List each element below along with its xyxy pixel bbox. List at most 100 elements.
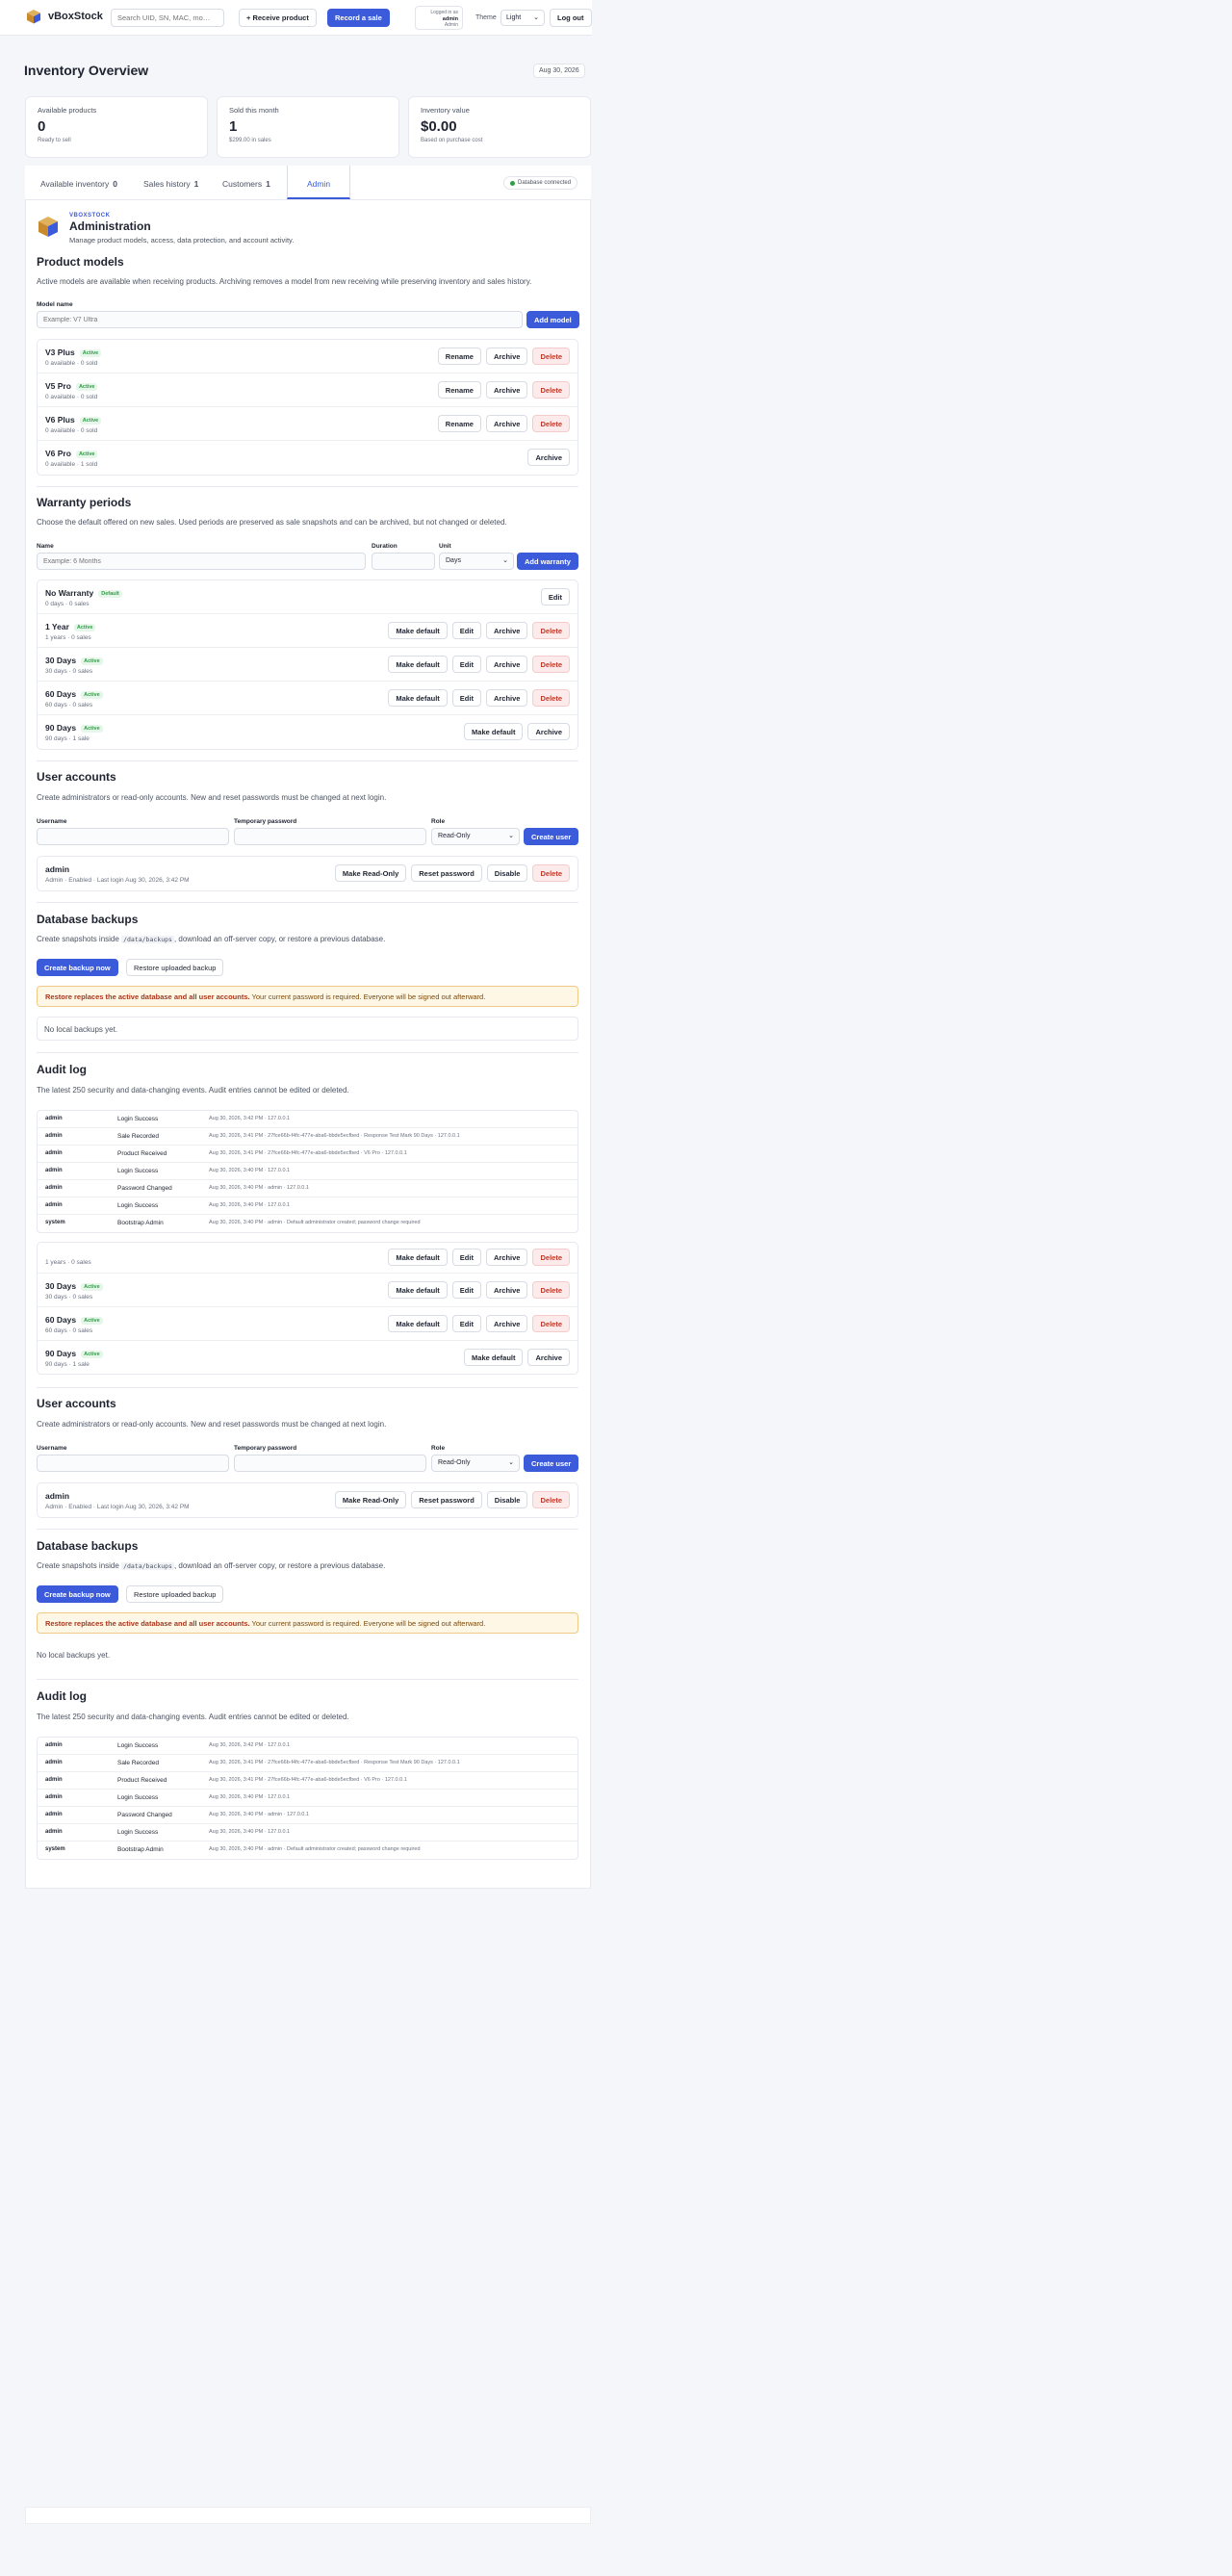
backups-desc-post: , download an off-server copy, or restor… <box>173 1561 386 1570</box>
stat-label: Available products <box>38 106 97 115</box>
default-badge: Default <box>98 590 122 598</box>
receive-product-button[interactable]: + Receive product <box>239 9 317 27</box>
tab-count: 1 <box>266 179 270 189</box>
edit-button[interactable]: Edit <box>451 622 481 639</box>
archive-button[interactable]: Archive <box>527 723 570 740</box>
make-readonly-button[interactable]: Make Read-Only <box>334 1491 407 1508</box>
disable-button[interactable]: Disable <box>486 1491 528 1508</box>
audit-detail: Aug 30, 2026, 3:41 PM · 27fce66b-f4fc-47… <box>209 1760 460 1765</box>
warranty-name: 60 Days <box>45 689 77 699</box>
warranty-meta: 30 days · 0 sales <box>45 668 93 675</box>
delete-button[interactable]: Delete <box>532 864 570 882</box>
archive-button[interactable]: Archive <box>485 348 528 365</box>
tab-sales-history[interactable]: Sales history 1 <box>143 179 198 189</box>
warranty-name: 1 Year <box>45 622 69 631</box>
delete-button[interactable]: Delete <box>532 348 570 365</box>
edit-button[interactable]: Edit <box>451 656 481 673</box>
delete-button[interactable]: Delete <box>532 656 570 673</box>
temp-password-input[interactable] <box>234 1455 426 1472</box>
make-default-button[interactable]: Make default <box>388 1315 448 1332</box>
add-warranty-button[interactable]: Add warranty <box>517 553 578 570</box>
temp-password-input[interactable] <box>234 828 426 845</box>
edit-button[interactable]: Edit <box>451 1315 481 1332</box>
make-default-button[interactable]: Make default <box>388 1249 448 1266</box>
tab-admin[interactable]: Admin <box>287 166 350 199</box>
add-model-button[interactable]: Add model <box>526 311 579 328</box>
record-sale-button[interactable]: Record a sale <box>327 9 390 27</box>
archive-button[interactable]: Archive <box>485 381 528 399</box>
archive-button[interactable]: Archive <box>485 656 528 673</box>
warranty-name-input[interactable] <box>37 553 366 570</box>
edit-button[interactable]: Edit <box>451 1281 481 1299</box>
theme-select[interactable]: Light ⌄ <box>500 10 545 26</box>
audit-detail: Aug 30, 2026, 3:40 PM · 127.0.0.1 <box>209 1829 291 1835</box>
archive-button[interactable]: Archive <box>485 689 528 707</box>
delete-button[interactable]: Delete <box>532 1281 570 1299</box>
restore-backup-button[interactable]: Restore uploaded backup <box>126 1585 224 1603</box>
create-backup-button[interactable]: Create backup now <box>37 1585 118 1603</box>
create-backup-button[interactable]: Create backup now <box>37 959 118 976</box>
delete-button[interactable]: Delete <box>532 622 570 639</box>
delete-button[interactable]: Delete <box>532 1249 570 1266</box>
make-default-button[interactable]: Make default <box>388 1281 448 1299</box>
logout-button[interactable]: Log out <box>550 9 592 27</box>
tab-customers[interactable]: Customers 1 <box>222 179 270 189</box>
unit-select[interactable]: Days ⌄ <box>439 553 514 570</box>
archive-button[interactable]: Archive <box>485 1281 528 1299</box>
archive-button[interactable]: Archive <box>485 1249 528 1266</box>
backups-desc-post: , download an off-server copy, or restor… <box>173 935 386 943</box>
table-row: admin Login Success Aug 30, 2026, 3:40 PM … <box>38 1790 578 1807</box>
archive-button[interactable]: Archive <box>485 1315 528 1332</box>
make-readonly-button[interactable]: Make Read-Only <box>334 864 407 882</box>
username-input[interactable] <box>37 828 229 845</box>
delete-button[interactable]: Delete <box>532 1491 570 1508</box>
archive-button[interactable]: Archive <box>527 449 570 466</box>
disable-button[interactable]: Disable <box>486 864 528 882</box>
reset-password-button[interactable]: Reset password <box>411 1491 482 1508</box>
make-default-button[interactable]: Make default <box>388 656 448 673</box>
rename-button[interactable]: Rename <box>437 415 481 432</box>
rename-button[interactable]: Rename <box>437 348 481 365</box>
rename-button[interactable]: Rename <box>437 381 481 399</box>
divider <box>37 1529 578 1530</box>
audit-user: admin <box>45 1185 63 1191</box>
restore-backup-button[interactable]: Restore uploaded backup <box>126 959 224 976</box>
list-item: 1 years · 0 sales Make default Edit Archiv… <box>38 1243 578 1274</box>
delete-button[interactable]: Delete <box>532 1315 570 1332</box>
model-meta: 0 available · 0 sold <box>45 427 98 434</box>
audit-detail: Aug 30, 2026, 3:40 PM · 127.0.0.1 <box>209 1202 291 1208</box>
edit-button[interactable]: Edit <box>451 689 481 707</box>
temp-password-label: Temporary password <box>234 1445 297 1452</box>
tab-label: Customers <box>222 179 263 189</box>
warranty-name: 30 Days <box>45 656 77 665</box>
delete-button[interactable]: Delete <box>532 415 570 432</box>
audit-detail: Aug 30, 2026, 3:40 PM · admin · 127.0.0.… <box>209 1812 309 1817</box>
make-default-button[interactable]: Make default <box>464 723 524 740</box>
tab-available-inventory[interactable]: Available inventory 0 <box>40 179 117 189</box>
role-select[interactable]: Read-Only ⌄ <box>431 828 520 845</box>
duration-input[interactable] <box>372 553 435 570</box>
edit-button[interactable]: Edit <box>451 1249 481 1266</box>
edit-button[interactable]: Edit <box>540 588 570 605</box>
make-default-button[interactable]: Make default <box>388 622 448 639</box>
archive-button[interactable]: Archive <box>527 1349 570 1366</box>
archive-button[interactable]: Archive <box>485 622 528 639</box>
make-default-button[interactable]: Make default <box>388 689 448 707</box>
brand[interactable]: vBoxStock <box>25 8 103 25</box>
archive-button[interactable]: Archive <box>485 415 528 432</box>
audit-event: Sale Recorded <box>117 1133 159 1140</box>
model-name-input[interactable] <box>37 311 523 328</box>
delete-button[interactable]: Delete <box>532 689 570 707</box>
table-row: admin Product Received Aug 30, 2026, 3:41 … <box>38 1772 578 1790</box>
create-user-button[interactable]: Create user <box>524 828 579 845</box>
delete-button[interactable]: Delete <box>532 381 570 399</box>
make-default-button[interactable]: Make default <box>464 1349 524 1366</box>
users-desc: Create administrators or read-only accou… <box>37 793 387 802</box>
users-list: admin Admin · Enabled · Last login Aug 3… <box>37 1482 578 1518</box>
search-input[interactable] <box>111 9 224 27</box>
role-select[interactable]: Read-Only ⌄ <box>431 1455 520 1472</box>
username-input[interactable] <box>37 1455 229 1472</box>
model-meta: 0 available · 0 sold <box>45 360 98 367</box>
reset-password-button[interactable]: Reset password <box>411 864 482 882</box>
create-user-button[interactable]: Create user <box>524 1455 579 1472</box>
